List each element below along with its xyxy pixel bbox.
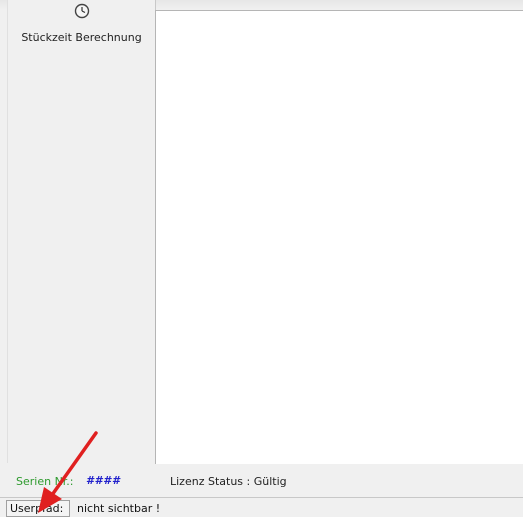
main-content-area[interactable] (155, 10, 523, 465)
application-window: Stückzeit Berechnung Serien Nr.: #### Li… (0, 0, 523, 517)
red-arrow-icon (38, 431, 98, 513)
stueckzeit-berechnung-button[interactable]: Stückzeit Berechnung (8, 0, 155, 50)
clock-icon (74, 3, 90, 19)
sidebar: Stückzeit Berechnung (7, 0, 156, 463)
sidebar-tool-label: Stückzeit Berechnung (21, 31, 142, 44)
license-status: Lizenz Status : Gültig (170, 475, 287, 488)
